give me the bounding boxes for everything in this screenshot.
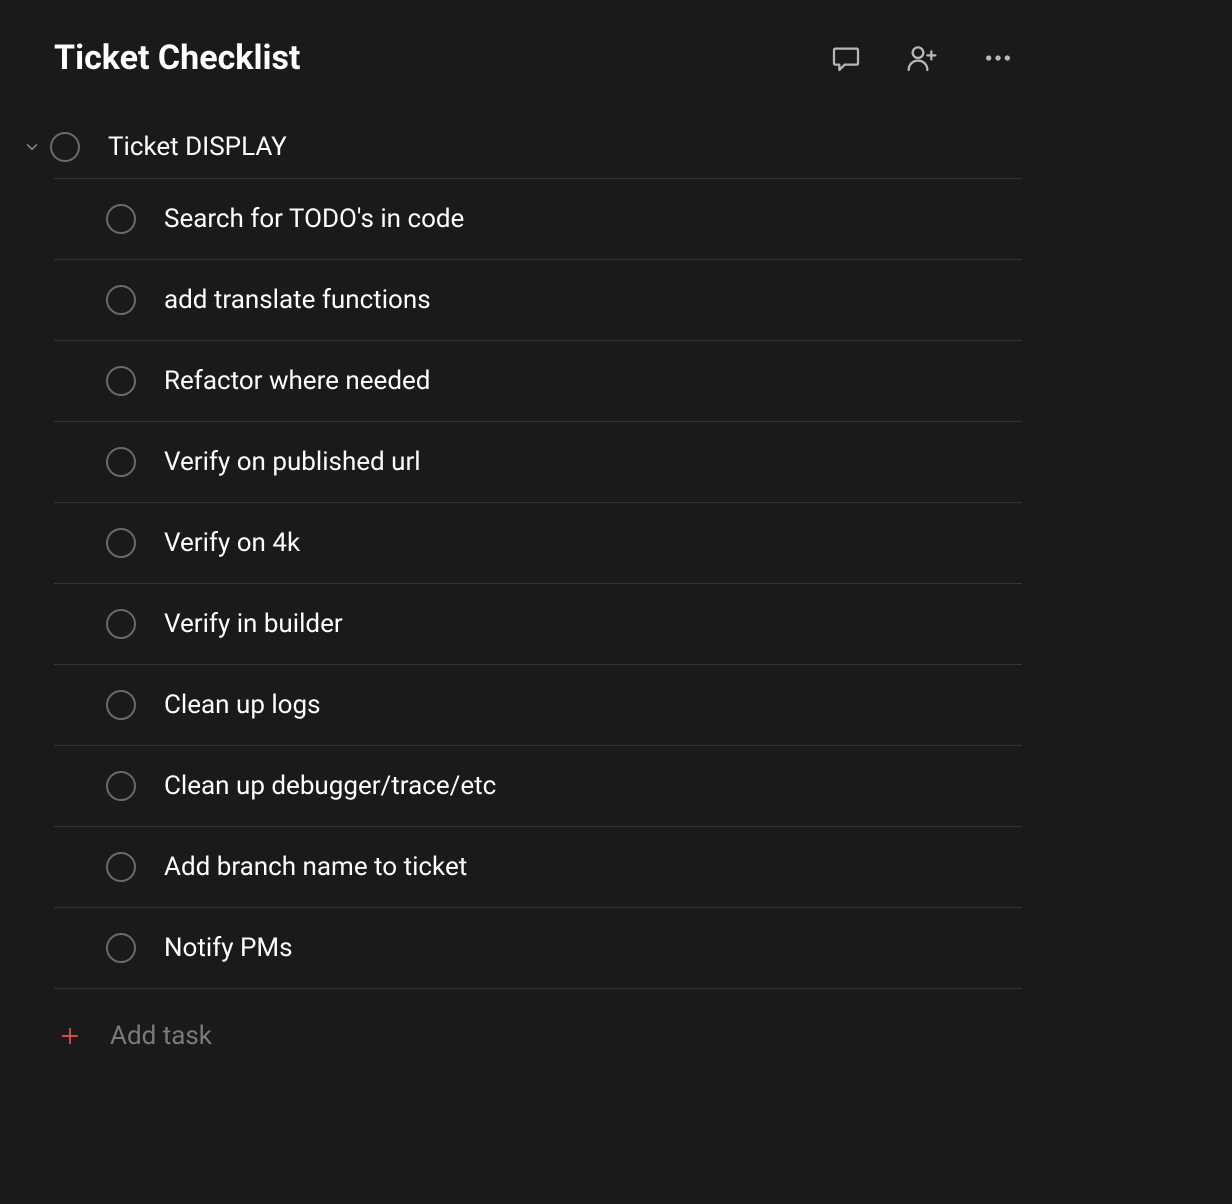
add-task-row[interactable]: Add task (0, 1015, 1232, 1057)
comment-icon (830, 42, 862, 74)
task-label[interactable]: Verify on 4k (164, 528, 300, 558)
share-button[interactable] (902, 38, 942, 78)
section-checkbox[interactable] (50, 132, 80, 162)
task-row[interactable]: Verify on published url (54, 422, 1022, 503)
app-container: Ticket Checklist (0, 0, 1232, 1057)
page-title: Ticket Checklist (54, 38, 300, 78)
person-plus-icon (906, 42, 938, 74)
header: Ticket Checklist (0, 0, 1232, 98)
task-label[interactable]: Clean up debugger/trace/etc (164, 771, 496, 801)
more-horizontal-icon (982, 42, 1014, 74)
task-row[interactable]: Search for TODO's in code (54, 179, 1022, 260)
section-header-row[interactable]: Ticket DISPLAY (0, 116, 1232, 178)
add-task-label[interactable]: Add task (110, 1021, 212, 1051)
task-list: Search for TODO's in code add translate f… (54, 178, 1022, 989)
task-checkbox[interactable] (106, 933, 136, 963)
header-actions (826, 38, 1178, 78)
task-checkbox[interactable] (106, 852, 136, 882)
task-label[interactable]: Refactor where needed (164, 366, 430, 396)
task-row[interactable]: Verify on 4k (54, 503, 1022, 584)
task-row[interactable]: Notify PMs (54, 908, 1022, 989)
task-label[interactable]: add translate functions (164, 285, 431, 315)
comments-button[interactable] (826, 38, 866, 78)
task-checkbox[interactable] (106, 366, 136, 396)
task-checkbox[interactable] (106, 609, 136, 639)
task-row[interactable]: add translate functions (54, 260, 1022, 341)
task-checkbox[interactable] (106, 447, 136, 477)
chevron-down-icon (23, 138, 41, 156)
task-label[interactable]: Verify in builder (164, 609, 343, 639)
task-checkbox[interactable] (106, 285, 136, 315)
section: Ticket DISPLAY Search for TODO's in code… (0, 116, 1232, 1057)
add-task-icon-wrapper[interactable] (58, 1024, 82, 1048)
section-title[interactable]: Ticket DISPLAY (108, 132, 287, 162)
task-label[interactable]: Search for TODO's in code (164, 204, 464, 234)
task-checkbox[interactable] (106, 528, 136, 558)
task-row[interactable]: Clean up logs (54, 665, 1022, 746)
task-row[interactable]: Verify in builder (54, 584, 1022, 665)
task-label[interactable]: Clean up logs (164, 690, 321, 720)
task-checkbox[interactable] (106, 690, 136, 720)
task-row[interactable]: Add branch name to ticket (54, 827, 1022, 908)
task-label[interactable]: Notify PMs (164, 933, 293, 963)
plus-icon (59, 1025, 81, 1047)
task-checkbox[interactable] (106, 771, 136, 801)
task-row[interactable]: Refactor where needed (54, 341, 1022, 422)
task-label[interactable]: Add branch name to ticket (164, 852, 467, 882)
task-checkbox[interactable] (106, 204, 136, 234)
task-label[interactable]: Verify on published url (164, 447, 421, 477)
more-options-button[interactable] (978, 38, 1018, 78)
collapse-toggle[interactable] (20, 135, 44, 159)
task-row[interactable]: Clean up debugger/trace/etc (54, 746, 1022, 827)
